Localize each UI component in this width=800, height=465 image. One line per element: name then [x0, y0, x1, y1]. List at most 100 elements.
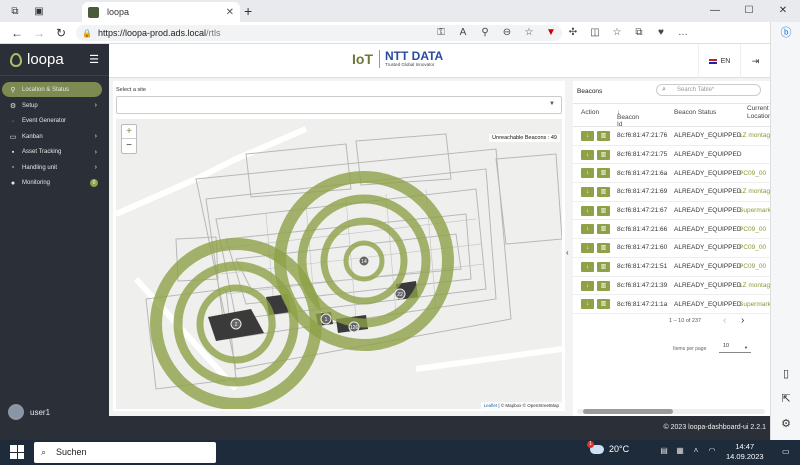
- bing-icon[interactable]: ⓑ: [771, 24, 800, 40]
- shield-extension-icon[interactable]: ▼: [540, 22, 562, 44]
- marker-label[interactable]: 22: [397, 292, 403, 298]
- hamburger-menu-icon[interactable]: ☰: [89, 53, 99, 66]
- workspaces-icon[interactable]: ⧉: [6, 2, 24, 20]
- download-icon[interactable]: ↓: [581, 243, 594, 254]
- columns-icon[interactable]: ▥: [597, 261, 610, 272]
- url-host: https://loopa-prod.ads.local: [97, 28, 207, 38]
- beacon-location[interactable]: PC09_00: [739, 244, 766, 251]
- tab-actions-icon[interactable]: ▣: [30, 2, 48, 20]
- beacon-location[interactable]: Supermarket: [739, 207, 770, 214]
- sidebar-layout-icon[interactable]: ▯: [771, 367, 800, 380]
- columns-icon[interactable]: ▥: [597, 280, 610, 291]
- horizontal-scrollbar[interactable]: [577, 409, 765, 414]
- items-per-page-select[interactable]: 10 ▼: [719, 343, 751, 353]
- maximize-icon[interactable]: ☐: [732, 0, 766, 22]
- zoom-in-button[interactable]: +: [122, 125, 136, 139]
- download-icon[interactable]: ↓: [581, 299, 594, 310]
- search-table-input[interactable]: ⌕ Search Table*: [656, 84, 761, 96]
- download-icon[interactable]: ↓: [581, 261, 594, 272]
- columns-icon[interactable]: ▥: [597, 168, 610, 179]
- download-icon[interactable]: ↓: [581, 168, 594, 179]
- close-window-icon[interactable]: ✕: [766, 0, 800, 22]
- sidebar-item-kanban[interactable]: ▭ Kanban ›: [0, 129, 109, 145]
- beacon-location[interactable]: Supermarket: [739, 301, 770, 308]
- forward-icon[interactable]: →: [28, 26, 50, 40]
- language-selector[interactable]: EN: [698, 44, 740, 78]
- lock-icon[interactable]: 🔒: [82, 29, 92, 38]
- logout-icon[interactable]: ⇥: [740, 44, 770, 78]
- taskbar-search[interactable]: ⌕ Suchen: [34, 442, 216, 463]
- copilot-icon[interactable]: ♥: [650, 22, 672, 44]
- close-tab-icon[interactable]: ✕: [226, 7, 234, 18]
- chevron-up-icon[interactable]: ˄: [688, 446, 704, 455]
- site-select[interactable]: ▼: [116, 96, 562, 114]
- marker-label[interactable]: 126: [350, 325, 359, 331]
- column-current-location[interactable]: Current Location: [747, 105, 770, 121]
- refresh-icon[interactable]: ↻: [50, 26, 72, 40]
- split-screen-icon[interactable]: ◫: [584, 22, 606, 44]
- zoom-out-button[interactable]: −: [122, 139, 136, 153]
- collapse-panel-icon[interactable]: ‹: [566, 248, 569, 257]
- notification-icon[interactable]: ▭: [782, 447, 790, 456]
- previous-page-icon[interactable]: ‹: [723, 315, 726, 326]
- download-icon[interactable]: ↓: [581, 205, 594, 216]
- bike-icon[interactable]: ⚲: [474, 22, 496, 44]
- download-icon[interactable]: ↓: [581, 224, 594, 235]
- sidebar-item-handling-unit[interactable]: ▫ Handling unit ›: [0, 160, 109, 176]
- tray-app-icon[interactable]: ▦: [672, 446, 688, 455]
- download-icon[interactable]: ↓: [581, 131, 594, 141]
- sidebar-item-monitoring[interactable]: ● Monitoring 0: [0, 176, 109, 192]
- favorites-icon[interactable]: ☆: [606, 22, 628, 44]
- tray-app-icon[interactable]: ▤: [656, 446, 672, 455]
- weather-widget[interactable]: 1 20°C: [587, 440, 629, 454]
- zoom-icon[interactable]: ⊖: [496, 22, 518, 44]
- column-beacon-status[interactable]: Beacon Status: [674, 109, 716, 116]
- external-link-icon[interactable]: ⇱: [771, 392, 800, 405]
- key-icon[interactable]: ⚿: [430, 22, 452, 44]
- sidebar-item-asset-tracking[interactable]: ▪ Asset Tracking ›: [0, 145, 109, 161]
- more-icon[interactable]: …: [672, 22, 694, 44]
- marker-label[interactable]: 14: [361, 259, 367, 265]
- marker-label[interactable]: 1: [325, 317, 328, 323]
- columns-icon[interactable]: ▥: [597, 131, 610, 141]
- new-tab-icon[interactable]: +: [244, 3, 252, 19]
- user-profile[interactable]: user1: [8, 404, 50, 420]
- favorite-icon[interactable]: ☆: [518, 22, 540, 44]
- back-icon[interactable]: ←: [6, 26, 28, 40]
- column-beacon-id[interactable]: Beacon Id ↓: [617, 109, 639, 128]
- wifi-icon[interactable]: ◠: [704, 446, 720, 455]
- settings-icon[interactable]: ⚙: [771, 417, 800, 430]
- windows-start-icon[interactable]: [10, 445, 24, 459]
- minimize-icon[interactable]: —: [698, 0, 732, 22]
- puzzle-icon[interactable]: ✣: [562, 22, 584, 44]
- marker-label[interactable]: 2: [235, 322, 238, 328]
- download-icon[interactable]: ↓: [581, 187, 594, 198]
- columns-icon[interactable]: ▥: [597, 243, 610, 254]
- collections-icon[interactable]: ⧉: [628, 22, 650, 44]
- beacon-location[interactable]: LZ montage: [739, 282, 770, 289]
- clock[interactable]: 14:47 14.09.2023: [726, 442, 764, 462]
- columns-icon[interactable]: ▥: [597, 299, 610, 310]
- table-row: ↓ ▥ 8c:f6:81:47:21:39 ALREADY_EQUIPPED LZ mo…: [573, 277, 770, 296]
- beacon-location[interactable]: PC09_00: [739, 263, 766, 270]
- next-page-icon[interactable]: ›: [741, 315, 744, 326]
- download-icon[interactable]: ↓: [581, 280, 594, 291]
- beacon-location[interactable]: PC09_00: [739, 226, 766, 233]
- floor-map[interactable]: 2 14 22 1 126 + − Unreachable Beacons : …: [116, 119, 562, 409]
- download-icon[interactable]: ↓: [581, 149, 594, 160]
- sidebar-item-event-generator[interactable]: · Event Generator: [0, 114, 109, 130]
- columns-icon[interactable]: ▥: [597, 205, 610, 216]
- beacon-location[interactable]: LZ montage: [739, 188, 770, 195]
- read-aloud-icon[interactable]: A: [452, 22, 474, 44]
- sidebar-item-location-status[interactable]: ⚲ Location & Status: [2, 82, 102, 97]
- browser-tab[interactable]: loopa ✕: [82, 2, 240, 22]
- columns-icon[interactable]: ▥: [597, 149, 610, 160]
- columns-icon[interactable]: ▥: [597, 187, 610, 198]
- sidebar-item-setup[interactable]: ⚙ Setup ›: [0, 98, 109, 114]
- columns-icon[interactable]: ▥: [597, 224, 610, 235]
- scrollbar-thumb[interactable]: [583, 409, 673, 414]
- beacon-location[interactable]: PC09_00: [739, 170, 766, 177]
- leaflet-link[interactable]: Leaflet: [484, 403, 498, 408]
- beacon-location[interactable]: LZ montage: [739, 132, 770, 139]
- beacon-status: ALREADY_EQUIPPED: [674, 151, 742, 159]
